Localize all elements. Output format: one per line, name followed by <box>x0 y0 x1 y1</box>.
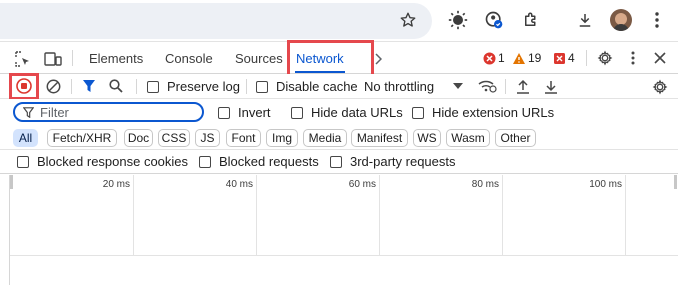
type-chip-media[interactable]: Media <box>303 129 347 147</box>
stop-recording-icon[interactable] <box>16 78 32 94</box>
timeline-baseline <box>10 255 678 256</box>
inspect-element-icon[interactable] <box>14 50 32 68</box>
tab-sources[interactable]: Sources <box>235 43 283 73</box>
blocked-response-cookies-checkbox[interactable]: Blocked response cookies <box>17 154 188 169</box>
type-chip-wasm[interactable]: Wasm <box>446 129 490 147</box>
extension-account-icon[interactable] <box>483 9 505 31</box>
more-vert-icon[interactable] <box>646 9 668 31</box>
warning-count[interactable]: 19 <box>528 51 541 65</box>
import-har-icon[interactable] <box>515 78 531 94</box>
network-settings-icon[interactable] <box>651 78 669 96</box>
error-count[interactable]: 1 <box>498 51 505 65</box>
timeline-gridline <box>625 175 626 255</box>
type-filter-row: All Fetch/XHR Doc CSS JS Font Img Media … <box>0 125 678 150</box>
type-chip-other[interactable]: Other <box>495 129 536 147</box>
browser-toolbar <box>0 0 678 42</box>
type-chip-css[interactable]: CSS <box>158 129 190 147</box>
timeline-gridline <box>256 175 257 255</box>
timeline-overview[interactable]: 20 ms 40 ms 60 ms 80 ms 100 ms <box>9 175 678 285</box>
address-bar[interactable] <box>0 3 432 39</box>
filter-input-box[interactable] <box>13 102 204 122</box>
dropdown-triangle-icon[interactable] <box>452 80 464 92</box>
type-chip-manifest[interactable]: Manifest <box>351 129 408 147</box>
type-chip-js[interactable]: JS <box>195 129 220 147</box>
chevron-right-icon[interactable] <box>372 50 384 68</box>
timeline-tick-label: 20 ms <box>102 179 130 190</box>
type-chip-img[interactable]: Img <box>266 129 298 147</box>
timeline-gridline <box>502 175 503 255</box>
blocked-requests-checkbox[interactable]: Blocked requests <box>199 154 319 169</box>
star-icon[interactable] <box>397 9 419 31</box>
timeline-left-handle[interactable] <box>10 175 13 189</box>
hide-data-urls-checkbox[interactable]: Hide data URLs <box>291 105 403 120</box>
export-har-icon[interactable] <box>543 78 559 94</box>
filter-icon <box>23 106 34 118</box>
settings-gear-icon[interactable] <box>596 49 614 67</box>
timeline-gridline <box>379 175 380 255</box>
type-chip-fetch-xhr[interactable]: Fetch/XHR <box>47 129 117 147</box>
chrome-labs-icon[interactable] <box>447 9 469 31</box>
download-icon[interactable] <box>574 9 596 31</box>
clear-icon[interactable] <box>45 78 61 94</box>
puzzle-extensions-icon[interactable] <box>520 9 542 31</box>
more-filters-row: Blocked response cookies Blocked request… <box>0 150 678 174</box>
error-icon <box>482 51 496 65</box>
disable-cache-checkbox[interactable]: Disable cache <box>256 79 358 94</box>
third-party-requests-checkbox[interactable]: 3rd-party requests <box>330 154 456 169</box>
warning-icon <box>512 51 526 65</box>
throttling-select[interactable]: No throttling <box>364 79 434 94</box>
timeline-right-handle[interactable] <box>674 175 677 189</box>
timeline-tick-label: 40 ms <box>225 179 253 190</box>
issues-icon <box>552 51 566 65</box>
invert-checkbox[interactable]: Invert <box>218 105 271 120</box>
issues-count[interactable]: 4 <box>568 51 575 65</box>
type-chip-font[interactable]: Font <box>226 129 261 147</box>
filter-row: Invert Hide data URLs Hide extension URL… <box>0 99 678 125</box>
timeline-tick-label: 100 ms <box>589 179 622 190</box>
hide-extension-urls-checkbox[interactable]: Hide extension URLs <box>412 105 554 120</box>
tab-elements[interactable]: Elements <box>89 43 143 73</box>
timeline-tick-label: 60 ms <box>348 179 376 190</box>
timeline-gridline <box>133 175 134 255</box>
close-icon[interactable] <box>651 49 669 67</box>
network-tab-highlight <box>287 40 374 77</box>
network-conditions-icon[interactable] <box>477 78 497 94</box>
type-chip-doc[interactable]: Doc <box>124 129 153 147</box>
filter-funnel-icon[interactable] <box>81 78 97 94</box>
tab-console[interactable]: Console <box>165 43 213 73</box>
preserve-log-checkbox[interactable]: Preserve log <box>147 79 240 94</box>
avatar[interactable] <box>610 9 632 31</box>
filter-input[interactable] <box>40 104 190 120</box>
devtools-more-icon[interactable] <box>626 49 640 67</box>
network-toolbar: Preserve log Disable cache No throttling <box>0 73 678 100</box>
type-chip-ws[interactable]: WS <box>413 129 441 147</box>
timeline-tick-label: 80 ms <box>471 179 499 190</box>
search-icon[interactable] <box>108 78 124 94</box>
type-chip-all[interactable]: All <box>13 129 38 147</box>
device-toolbar-icon[interactable] <box>43 50 63 68</box>
devtools-tabbar: Elements Console Sources Network 1 19 4 <box>0 40 678 77</box>
